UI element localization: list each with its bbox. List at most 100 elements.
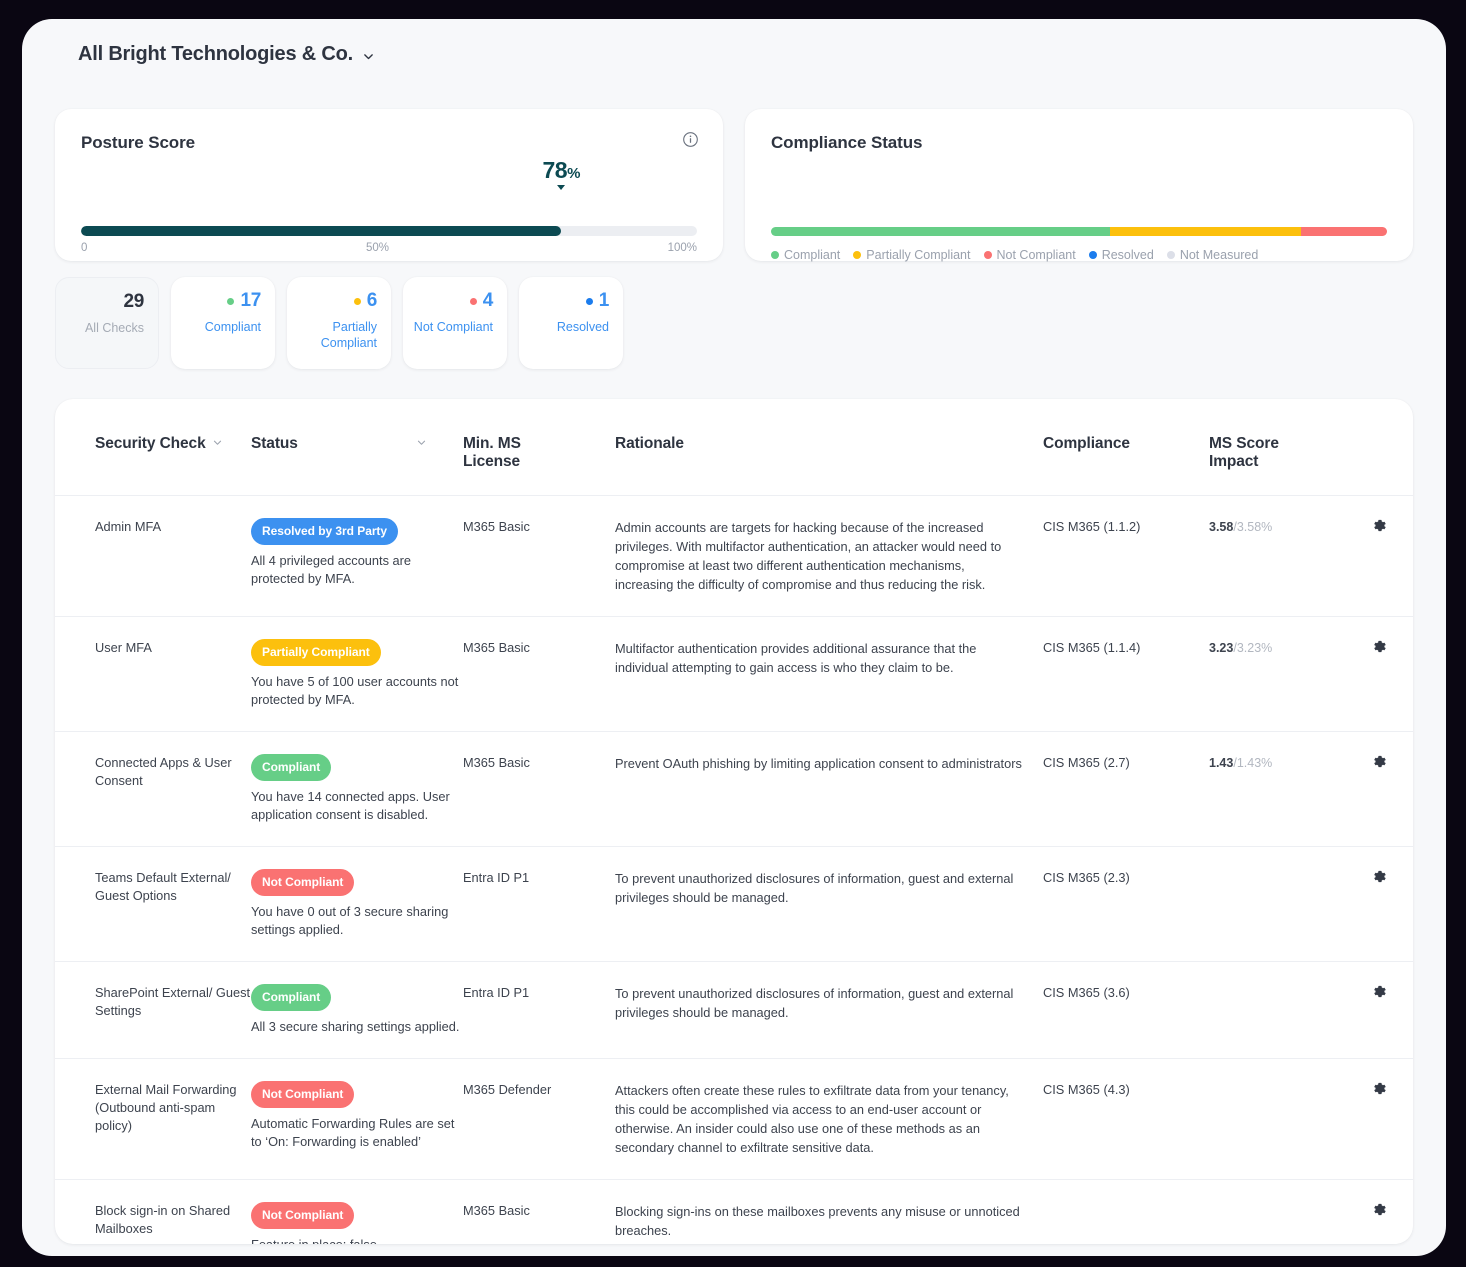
gear-icon[interactable]	[1372, 518, 1387, 533]
table-row[interactable]: Teams Default External/ Guest OptionsNot…	[55, 847, 1413, 962]
stat-value: 29	[123, 291, 144, 313]
security-check-name: Admin MFA	[95, 518, 251, 536]
stat-value-row: 4	[403, 289, 493, 313]
cell-security-check: SharePoint External/ Guest Settings	[55, 962, 251, 1059]
security-check-name: Connected Apps & User Consent	[95, 754, 251, 790]
compliance-status-bar	[771, 227, 1387, 236]
cell-compliance: CIS M365 (1.1.2)	[1043, 496, 1209, 617]
column-header-min-ms-license: Min. MS License	[463, 399, 615, 496]
posture-score-fill	[81, 226, 561, 236]
gear-icon[interactable]	[1372, 869, 1387, 884]
posture-score-value: 78%	[543, 157, 581, 190]
stat-value-row: 6	[287, 289, 377, 313]
status-note: All 4 privileged accounts are protected …	[251, 552, 463, 588]
cell-ms-score-impact: 1.43/1.43%	[1209, 732, 1345, 847]
stat-label: All Checks	[56, 320, 144, 336]
cell-status: Not CompliantFeature in place: false.	[251, 1180, 463, 1245]
column-header-security-check[interactable]: Security Check	[55, 399, 251, 496]
gear-icon[interactable]	[1372, 984, 1387, 999]
gear-icon[interactable]	[1372, 639, 1387, 654]
legend-label: Compliant	[784, 248, 840, 262]
table-row[interactable]: SharePoint External/ Guest SettingsCompl…	[55, 962, 1413, 1059]
legend-dot	[771, 251, 779, 259]
cell-min-ms-license: M365 Basic	[463, 496, 615, 617]
scale-min: 0	[81, 242, 87, 254]
gear-icon[interactable]	[1372, 1081, 1387, 1096]
cell-security-check: Admin MFA	[55, 496, 251, 617]
cell-compliance: CIS M365 (4.3)	[1043, 1059, 1209, 1180]
table-header-row: Security Check Status	[55, 399, 1413, 496]
legend-label: Partially Compliant	[866, 248, 970, 262]
org-name: All Bright Technologies & Co.	[78, 43, 353, 66]
stat-label: Partially Compliant	[287, 319, 377, 351]
scale-max: 100%	[668, 242, 697, 254]
stat-card-compliant[interactable]: 17Compliant	[171, 277, 275, 369]
legend-dot	[853, 251, 861, 259]
org-selector[interactable]: All Bright Technologies & Co.	[78, 43, 375, 66]
cell-rationale: Prevent OAuth phishing by limiting appli…	[615, 732, 1043, 847]
score-value: 1.43	[1209, 756, 1233, 770]
cell-compliance: CIS M365 (2.7)	[1043, 732, 1209, 847]
status-dot	[354, 298, 361, 305]
compliance-segment-partially-compliant	[1110, 227, 1301, 236]
table-row[interactable]: External Mail Forwarding (Outbound anti-…	[55, 1059, 1413, 1180]
cell-status: CompliantYou have 14 connected apps. Use…	[251, 732, 463, 847]
status-summary-cards: 29 All Checks 17Compliant 6 Partially Compli…	[55, 277, 623, 369]
stat-card-resolved[interactable]: 1Resolved	[519, 277, 623, 369]
legend-label: Not Measured	[1180, 248, 1259, 262]
status-dot	[586, 298, 593, 305]
table-row[interactable]: Admin MFAResolved by 3rd PartyAll 4 priv…	[55, 496, 1413, 617]
scale-mid: 50%	[366, 242, 389, 254]
stat-label: Not Compliant	[403, 319, 493, 335]
stat-card-not-compliant[interactable]: 4 Not Compliant	[403, 277, 507, 369]
compliance-status-title: Compliance Status	[771, 133, 1387, 153]
compliance-segment-not-compliant	[1301, 227, 1387, 236]
status-badge: Compliant	[251, 984, 331, 1011]
cell-min-ms-license: Entra ID P1	[463, 962, 615, 1059]
chevron-down-icon[interactable]	[212, 435, 223, 453]
chevron-down-icon[interactable]	[416, 435, 427, 453]
table-row[interactable]: Block sign-in on Shared MailboxesNot Com…	[55, 1180, 1413, 1245]
column-header-compliance: Compliance	[1043, 399, 1209, 496]
stat-value-row: 29	[56, 290, 144, 314]
security-checks-table: Security Check Status	[55, 399, 1413, 1244]
cell-rationale: Admin accounts are targets for hacking b…	[615, 496, 1043, 617]
score-max: /1.43%	[1233, 756, 1272, 770]
stat-value-row: 17	[171, 289, 261, 313]
cell-compliance: CIS M365 (2.3)	[1043, 847, 1209, 962]
cell-security-check: Block sign-in on Shared Mailboxes	[55, 1180, 251, 1245]
column-header-ms-score-impact: MS Score Impact	[1209, 399, 1345, 496]
gear-icon[interactable]	[1372, 1202, 1387, 1217]
info-icon[interactable]	[682, 131, 699, 148]
legend-label: Not Compliant	[997, 248, 1076, 262]
table-header: Security Check Status	[55, 399, 1413, 496]
status-badge: Not Compliant	[251, 869, 354, 896]
legend-item-partially-compliant: Partially Compliant	[853, 248, 970, 262]
status-note: You have 5 of 100 user accounts not prot…	[251, 673, 463, 709]
cell-ms-score-impact	[1209, 1180, 1345, 1245]
gear-icon[interactable]	[1372, 754, 1387, 769]
score-max: /3.23%	[1233, 641, 1272, 655]
posture-score-card: Posture Score 78% 0 50% 100%	[55, 109, 723, 261]
security-check-name: Teams Default External/ Guest Options	[95, 869, 251, 905]
stat-card-partially-compliant[interactable]: 6 Partially Compliant	[287, 277, 391, 369]
stat-value-row: 1	[519, 289, 609, 313]
posture-score-percent-sign: %	[567, 165, 580, 182]
status-badge: Not Compliant	[251, 1202, 354, 1229]
table-row[interactable]: User MFAPartially CompliantYou have 5 of…	[55, 617, 1413, 732]
chevron-down-icon	[362, 50, 375, 63]
column-header-status[interactable]: Status	[251, 399, 463, 496]
status-dot	[227, 298, 234, 305]
cell-security-check: User MFA	[55, 617, 251, 732]
stat-value: 4	[483, 290, 493, 312]
posture-score-scale: 0 50% 100%	[81, 242, 697, 254]
legend-item-compliant: Compliant	[771, 248, 840, 262]
compliance-status-card: Compliance Status Compliant Partially Com…	[745, 109, 1413, 261]
status-badge: Not Compliant	[251, 1081, 354, 1108]
column-label: MS Score Impact	[1209, 435, 1293, 471]
column-label: Min. MS License	[463, 435, 535, 471]
status-note: All 3 secure sharing settings applied.	[251, 1018, 463, 1036]
legend-label: Resolved	[1102, 248, 1154, 262]
table-row[interactable]: Connected Apps & User ConsentCompliantYo…	[55, 732, 1413, 847]
cell-security-check: Connected Apps & User Consent	[55, 732, 251, 847]
